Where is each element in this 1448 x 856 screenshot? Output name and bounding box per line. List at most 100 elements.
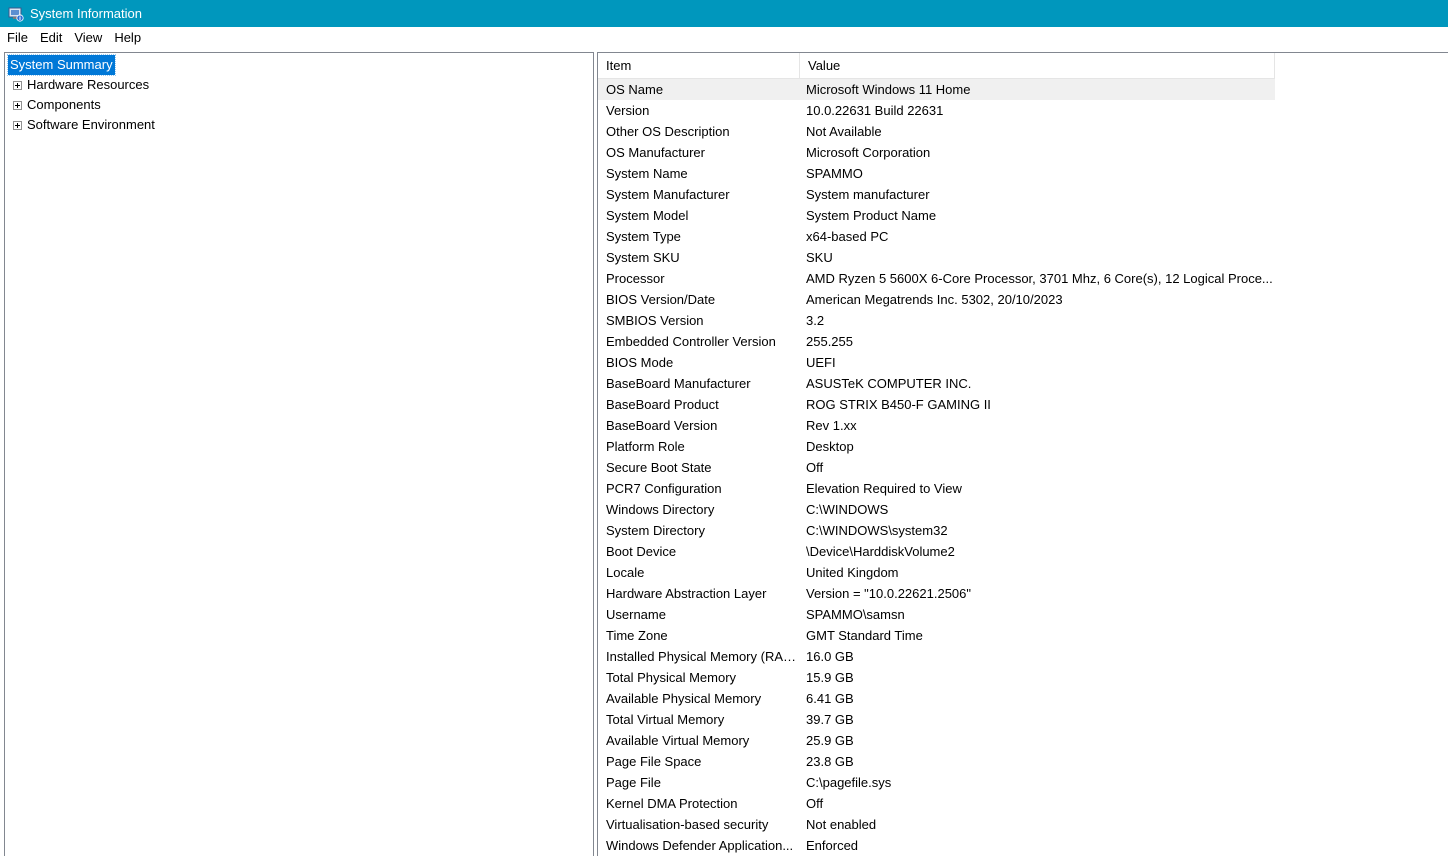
- table-row[interactable]: System SKU SKU: [598, 247, 1275, 268]
- row-value: \Device\HarddiskVolume2: [806, 544, 955, 559]
- table-row[interactable]: Available Physical Memory 6.41 GB: [598, 688, 1275, 709]
- table-row[interactable]: Page File Space 23.8 GB: [598, 751, 1275, 772]
- row-value: SKU: [806, 250, 833, 265]
- table-row[interactable]: Secure Boot State Off: [598, 457, 1275, 478]
- row-value: AMD Ryzen 5 5600X 6-Core Processor, 3701…: [806, 271, 1273, 286]
- row-item: BIOS Mode: [606, 355, 674, 370]
- row-item: OS Manufacturer: [606, 145, 705, 160]
- expand-icon[interactable]: [13, 120, 22, 130]
- table-row[interactable]: BaseBoard Version Rev 1.xx: [598, 415, 1275, 436]
- list-rows: OS Name Microsoft Windows 11 Home Version 1…: [598, 79, 1275, 856]
- tree-item-system-summary[interactable]: System Summary: [7, 54, 116, 76]
- row-value: Off: [806, 796, 824, 811]
- table-row[interactable]: Page File C:\pagefile.sys: [598, 772, 1275, 793]
- menu-view[interactable]: View: [68, 27, 108, 49]
- table-row[interactable]: Hardware Abstraction Layer Version = "10.…: [598, 583, 1275, 604]
- table-row[interactable]: Platform Role Desktop: [598, 436, 1275, 457]
- category-tree[interactable]: System Summary Hardware Resources Compon…: [4, 52, 594, 856]
- expand-icon[interactable]: [13, 100, 22, 110]
- row-item: Boot Device: [606, 544, 677, 559]
- table-row[interactable]: Installed Physical Memory (RAM) 16.0 GB: [598, 646, 1275, 667]
- table-row[interactable]: System Type x64-based PC: [598, 226, 1275, 247]
- table-row[interactable]: Boot Device \Device\HarddiskVolume2: [598, 541, 1275, 562]
- row-value: System Product Name: [806, 208, 937, 223]
- table-row[interactable]: Total Physical Memory 15.9 GB: [598, 667, 1275, 688]
- row-value: Enforced: [806, 838, 859, 853]
- row-value: Not enabled: [806, 817, 877, 832]
- table-row[interactable]: Locale United Kingdom: [598, 562, 1275, 583]
- row-item: Windows Defender Application...: [606, 838, 794, 853]
- column-header-value[interactable]: Value: [800, 53, 1275, 78]
- row-value: SPAMMO\samsn: [806, 607, 905, 622]
- menu-edit[interactable]: Edit: [34, 27, 68, 49]
- row-value: Elevation Required to View: [806, 481, 962, 496]
- table-row[interactable]: Time Zone GMT Standard Time: [598, 625, 1275, 646]
- table-row[interactable]: Available Virtual Memory 25.9 GB: [598, 730, 1275, 751]
- list-header: Item Value: [598, 53, 1275, 79]
- row-item: System Name: [606, 166, 688, 181]
- table-row[interactable]: Embedded Controller Version 255.255: [598, 331, 1275, 352]
- table-row[interactable]: Other OS Description Not Available: [598, 121, 1275, 142]
- table-row[interactable]: Version 10.0.22631 Build 22631: [598, 100, 1275, 121]
- row-value: UEFI: [806, 355, 836, 370]
- table-row[interactable]: System Directory C:\WINDOWS\system32: [598, 520, 1275, 541]
- table-row[interactable]: Username SPAMMO\samsn: [598, 604, 1275, 625]
- table-row[interactable]: Windows Defender Application... Enforced: [598, 835, 1275, 856]
- table-row[interactable]: Processor AMD Ryzen 5 5600X 6-Core Proces…: [598, 268, 1275, 289]
- row-item: Version: [606, 103, 650, 118]
- table-row[interactable]: Total Virtual Memory 39.7 GB: [598, 709, 1275, 730]
- table-row[interactable]: Kernel DMA Protection Off: [598, 793, 1275, 814]
- row-item: System SKU: [606, 250, 680, 265]
- row-value: System manufacturer: [806, 187, 930, 202]
- row-item: Total Physical Memory: [606, 670, 737, 685]
- expand-icon[interactable]: [13, 80, 22, 90]
- row-value: Microsoft Corporation: [806, 145, 931, 160]
- title-bar: System Information: [0, 0, 1448, 27]
- row-item: System Manufacturer: [606, 187, 730, 202]
- row-item: Page File: [606, 775, 661, 790]
- table-row[interactable]: System Name SPAMMO: [598, 163, 1275, 184]
- window-title: System Information: [30, 6, 142, 21]
- row-value: American Megatrends Inc. 5302, 20/10/202…: [806, 292, 1063, 307]
- row-item: Time Zone: [606, 628, 668, 643]
- row-item: System Model: [606, 208, 689, 223]
- table-row[interactable]: BIOS Mode UEFI: [598, 352, 1275, 373]
- row-item: Available Physical Memory: [606, 691, 762, 706]
- row-item: Secure Boot State: [606, 460, 712, 475]
- menu-help[interactable]: Help: [108, 27, 147, 49]
- table-row[interactable]: BaseBoard Product ROG STRIX B450-F GAMING…: [598, 394, 1275, 415]
- table-row[interactable]: Virtualisation-based security Not enabled: [598, 814, 1275, 835]
- table-row[interactable]: System Model System Product Name: [598, 205, 1275, 226]
- row-item: BaseBoard Version: [606, 418, 718, 433]
- row-item: Total Virtual Memory: [606, 712, 725, 727]
- row-value: Off: [806, 460, 824, 475]
- column-header-item[interactable]: Item: [598, 53, 800, 78]
- row-value: 10.0.22631 Build 22631: [806, 103, 944, 118]
- menu-file[interactable]: File: [0, 27, 34, 49]
- tree-item-hardware-resources[interactable]: Hardware Resources: [5, 75, 151, 95]
- row-item: System Type: [606, 229, 681, 244]
- table-row[interactable]: System Manufacturer System manufacturer: [598, 184, 1275, 205]
- tree-item-software-environment[interactable]: Software Environment: [5, 115, 157, 135]
- tree-item-components[interactable]: Components: [5, 95, 103, 115]
- details-list[interactable]: Item Value OS Name Microsoft Windows 11 H…: [597, 52, 1448, 856]
- table-row[interactable]: OS Name Microsoft Windows 11 Home: [598, 79, 1275, 100]
- table-row[interactable]: Windows Directory C:\WINDOWS: [598, 499, 1275, 520]
- table-row[interactable]: OS Manufacturer Microsoft Corporation: [598, 142, 1275, 163]
- row-value: Not Available: [806, 124, 882, 139]
- table-row[interactable]: BIOS Version/Date American Megatrends Inc…: [598, 289, 1275, 310]
- row-item: BIOS Version/Date: [606, 292, 716, 307]
- tree-item-label: Software Environment: [27, 117, 155, 132]
- row-value: 16.0 GB: [806, 649, 854, 664]
- row-item: Windows Directory: [606, 502, 715, 517]
- row-item: Virtualisation-based security: [606, 817, 769, 832]
- row-item: OS Name: [606, 82, 664, 97]
- row-item: System Directory: [606, 523, 705, 538]
- row-value: C:\pagefile.sys: [806, 775, 892, 790]
- row-item: Username: [606, 607, 666, 622]
- table-row[interactable]: BaseBoard Manufacturer ASUSTeK COMPUTER I…: [598, 373, 1275, 394]
- table-row[interactable]: PCR7 Configuration Elevation Required to …: [598, 478, 1275, 499]
- row-value: 23.8 GB: [806, 754, 854, 769]
- row-value: GMT Standard Time: [806, 628, 923, 643]
- table-row[interactable]: SMBIOS Version 3.2: [598, 310, 1275, 331]
